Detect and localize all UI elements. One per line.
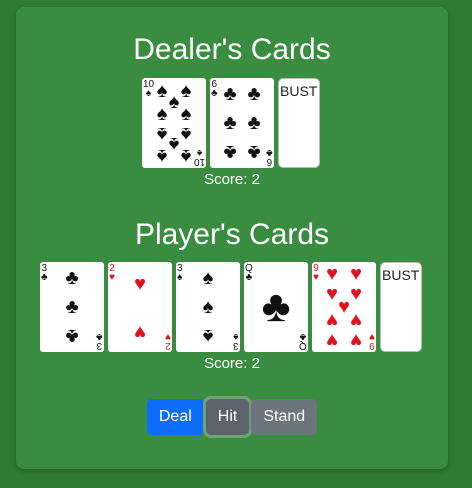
hit-button[interactable]: Hit (205, 399, 250, 435)
player-card-1: 3 ♣ ♣ ♣ ♣ 3 ♣ (40, 262, 104, 352)
player-bust-label: BUST (382, 267, 420, 283)
stand-button[interactable]: Stand (251, 399, 318, 435)
dealer-hand: 10 ♠ ♠ ♠ ♠ ♠ ♠ ♠ ♠ ♠ ♠ ♠ 10 ♠ 6 ♣ ♣ ♣ ♣ ♣ ♣… (142, 78, 320, 168)
action-buttons: Deal Hit Stand (16, 399, 448, 435)
player-hand: 3 ♣ ♣ ♣ ♣ 3 ♣ 2 ♥ ♥ ♥ 2 ♥ 3 ♠ ♠ ♠ ♠ 3 ♠ Q ♣ ♣ Q… (40, 262, 422, 352)
player-score: Score: 2 (204, 355, 260, 372)
dealer-card-2: 6 ♣ ♣ ♣ ♣ ♣ ♣ ♣ 6 ♣ (210, 78, 274, 168)
player-card-5: 9 ♥ ♥ ♥ ♥ ♥ ♥ ♥ ♥ ♥ ♥ 9 ♥ (312, 262, 376, 352)
player-title: Player's Cards (134, 218, 330, 251)
deal-button[interactable]: Deal (146, 399, 204, 435)
player-card-2: 2 ♥ ♥ ♥ 2 ♥ (108, 262, 172, 352)
player-card-4: Q ♣ ♣ Q ♣ (244, 262, 308, 352)
dealer-title: Dealer's Cards (133, 33, 331, 66)
player-card-3: 3 ♠ ♠ ♠ ♠ 3 ♠ (176, 262, 240, 352)
dealer-bust-card: BUST (278, 78, 320, 168)
club-icon: ♣ (261, 282, 291, 331)
dealer-card-1: 10 ♠ ♠ ♠ ♠ ♠ ♠ ♠ ♠ ♠ ♠ ♠ 10 ♠ (142, 78, 206, 168)
game-table: Dealer's Cards 10 ♠ ♠ ♠ ♠ ♠ ♠ ♠ ♠ ♠ ♠ ♠ 1… (16, 7, 448, 469)
dealer-score: Score: 2 (204, 171, 260, 188)
player-bust-card: BUST (380, 262, 422, 352)
dealer-bust-label: BUST (280, 83, 318, 99)
